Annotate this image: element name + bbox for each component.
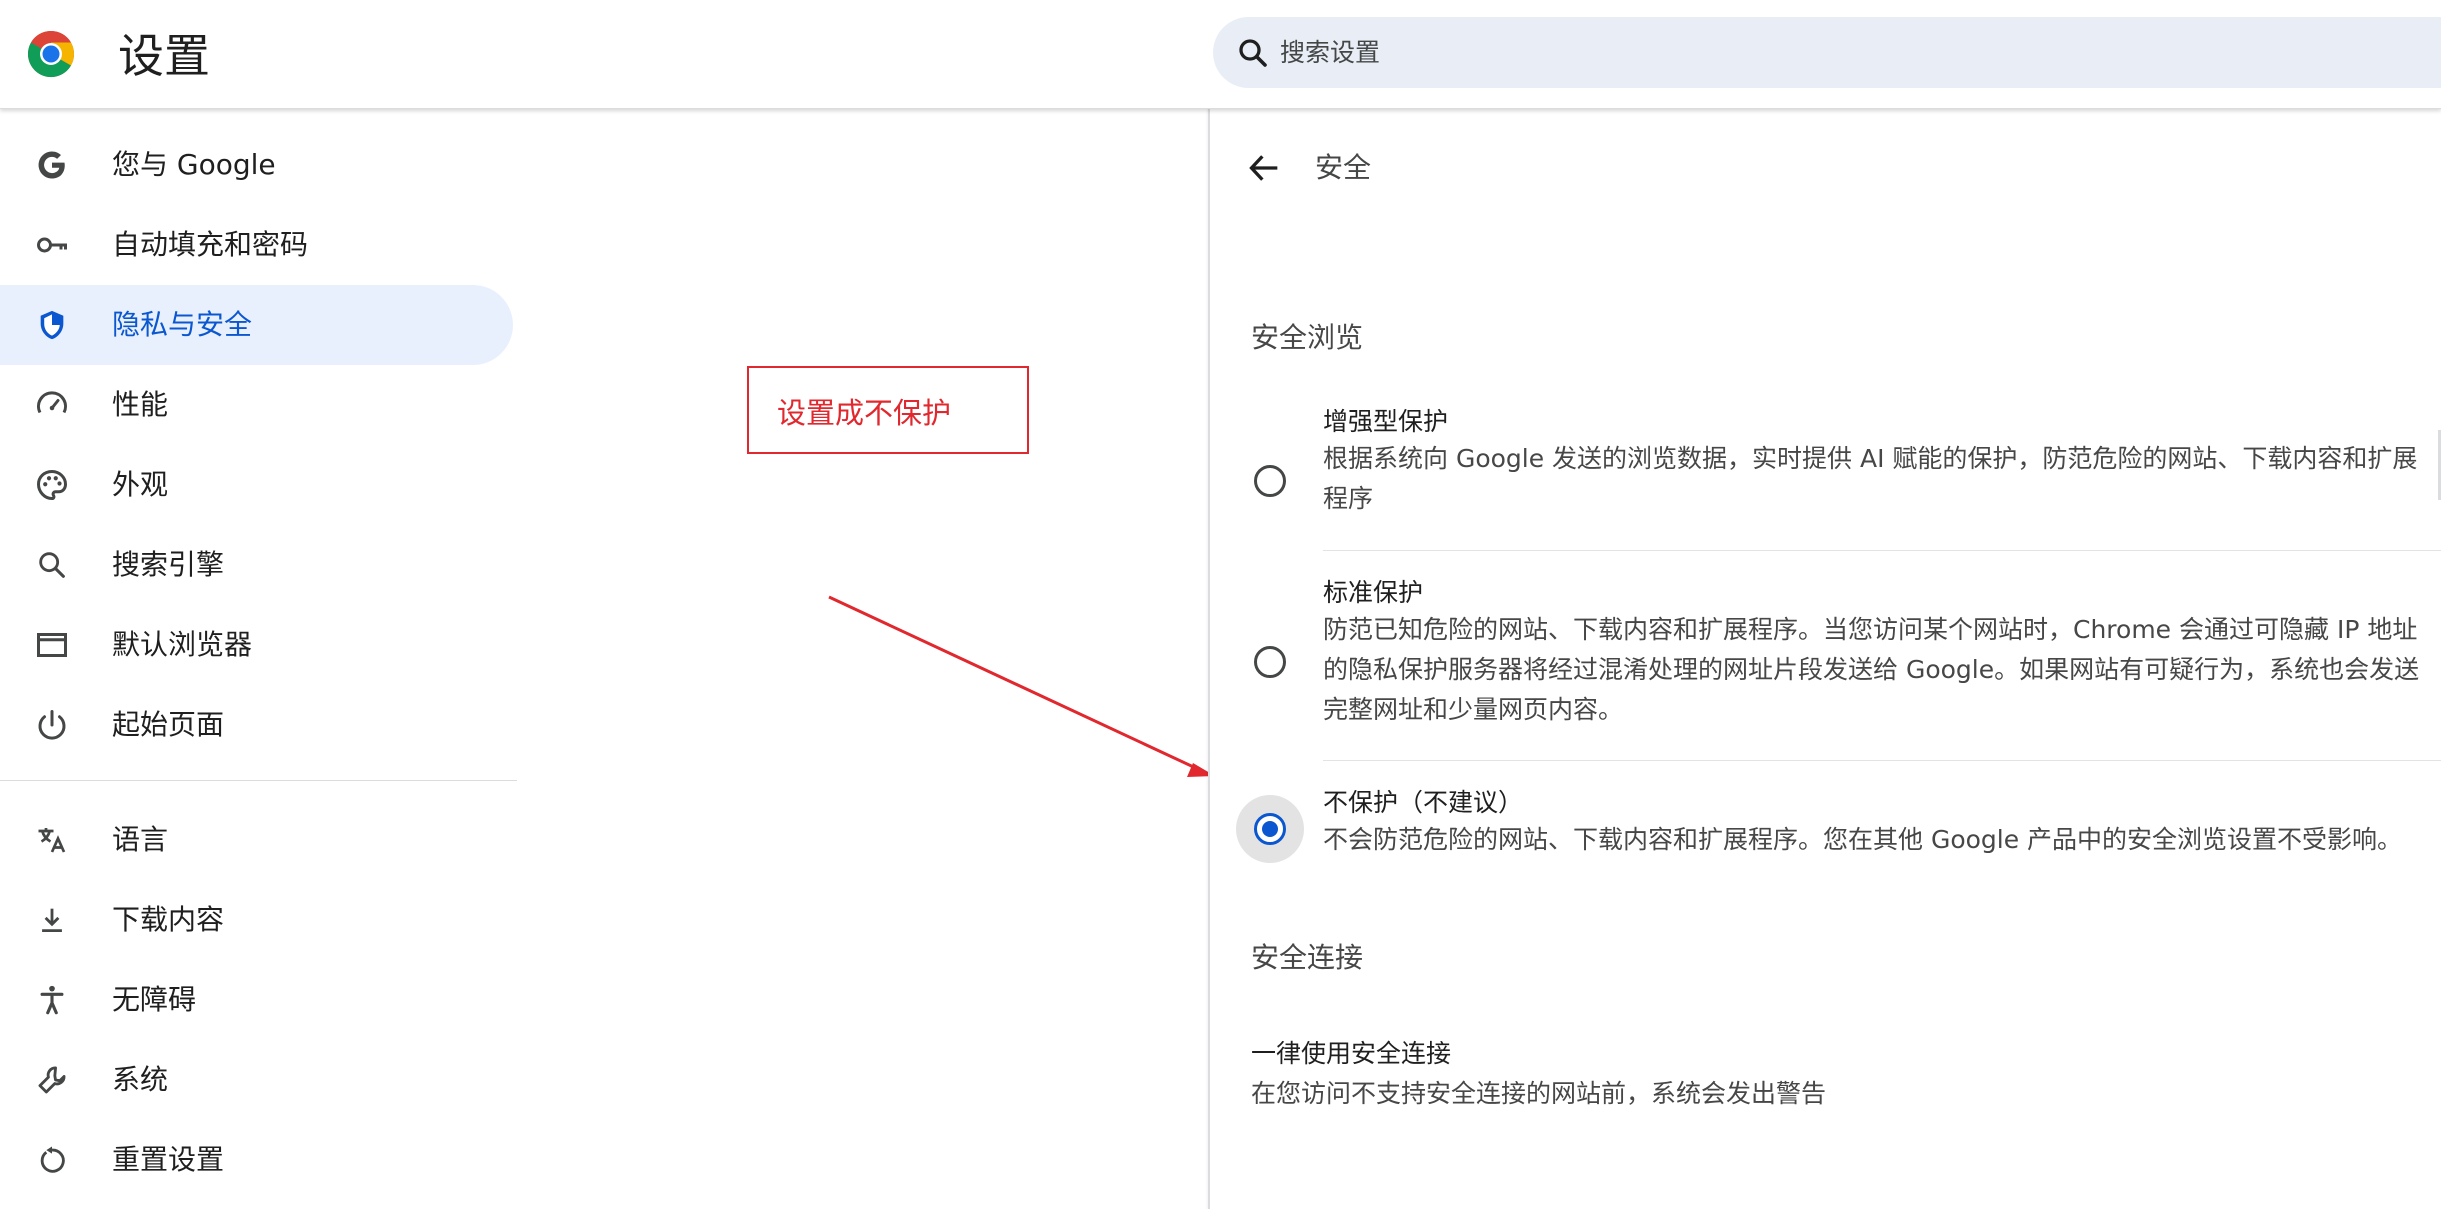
sidebar-item-search-engine[interactable]: 搜索引擎 [0,525,513,605]
radio-button-selected[interactable] [1254,813,1286,845]
sidebar-item-label: 隐私与安全 [112,308,253,341]
translate-icon [34,822,70,858]
sidebar-item-label: 下载内容 [112,903,225,936]
sidebar-item-accessibility[interactable]: 无障碍 [0,960,513,1040]
palette-icon [34,467,70,503]
accessibility-icon [34,982,70,1018]
radio-option-enhanced[interactable]: 增强型保护 根据系统向 Google 发送的浏览数据，实时提供 AI 赋能的保护… [1210,405,2441,559]
sidebar-item-label: 自动填充和密码 [112,228,309,261]
sidebar-item-label: 语言 [112,823,169,856]
page-title: 设置 [118,29,210,83]
row-divider [1323,760,2441,761]
safe-browsing-heading: 安全浏览 [1251,321,1364,354]
option-description: 防范已知危险的网站、下载内容和扩展程序。当您访问某个网站时，Chrome 会通过… [1323,615,2420,724]
sidebar-item-label: 您与 Google [112,148,276,181]
speedometer-icon [34,387,70,423]
radio-option-no-protection[interactable]: 不保护（不建议） 不会防范危险的网站、下载内容和扩展程序。您在其他 Google… [1210,786,2441,896]
sidebar-item-reset-settings[interactable]: 重置设置 [0,1120,513,1200]
option-title: 增强型保护 [1323,407,1449,436]
top-header: 设置 搜索设置 [0,0,2441,109]
power-icon [34,707,70,743]
search-icon [34,547,70,583]
key-icon [34,227,70,263]
option-title: 标准保护 [1323,578,1424,607]
sidebar-item-privacy-security[interactable]: 隐私与安全 [0,285,513,365]
shield-icon [34,307,70,343]
sidebar-item-performance[interactable]: 性能 [0,365,513,445]
sidebar-item-label: 搜索引擎 [112,548,225,581]
secure-connections-heading: 安全连接 [1251,941,1364,974]
radio-option-standard[interactable]: 标准保护 防范已知危险的网站、下载内容和扩展程序。当您访问某个网站时，Chrom… [1210,576,2441,776]
sidebar-item-label: 起始页面 [112,708,225,741]
sidebar-item-you-and-google[interactable]: 您与 Google [0,125,513,205]
sidebar-divider [0,780,517,781]
sidebar-item-downloads[interactable]: 下载内容 [0,880,513,960]
sidebar-item-autofill[interactable]: 自动填充和密码 [0,205,513,285]
row-divider [1323,550,2441,551]
search-settings-box[interactable]: 搜索设置 [1213,17,2441,88]
sidebar-item-appearance[interactable]: 外观 [0,445,513,525]
panel-title: 安全 [1315,151,1372,184]
sidebar-item-label: 外观 [112,468,169,501]
always-secure-connections-description: 在您访问不支持安全连接的网站前，系统会发出警告 [1251,1079,1827,1108]
annotation-callout-box: 设置成不保护 [747,366,1029,454]
wrench-icon [34,1062,70,1098]
sidebar-item-on-startup[interactable]: 起始页面 [0,685,513,765]
browser-window-icon [34,627,70,663]
back-arrow-icon[interactable] [1244,148,1284,188]
google-g-icon [34,147,70,183]
always-secure-connections-title[interactable]: 一律使用安全连接 [1251,1037,1451,1071]
option-description: 根据系统向 Google 发送的浏览数据，实时提供 AI 赋能的保护，防范危险的… [1323,444,2418,513]
annotation-text: 设置成不保护 [777,396,952,430]
sidebar-item-label: 重置设置 [112,1143,225,1176]
sidebar-item-default-browser[interactable]: 默认浏览器 [0,605,513,685]
sidebar-item-label: 系统 [112,1063,169,1096]
search-input[interactable]: 搜索设置 [1280,36,1380,70]
sidebar-item-label: 无障碍 [112,983,197,1016]
sidebar-nav: 您与 Google 自动填充和密码 隐私与安全 性能 外观 搜索引擎 默认浏览器… [0,109,517,1209]
reset-icon [34,1142,70,1178]
search-icon [1239,39,1267,67]
radio-button[interactable] [1254,465,1286,497]
sidebar-item-label: 性能 [112,388,169,421]
option-title: 不保护（不建议） [1323,788,1524,817]
sidebar-item-system[interactable]: 系统 [0,1040,513,1120]
option-description: 不会防范危险的网站、下载内容和扩展程序。您在其他 Google 产品中的安全浏览… [1323,825,2403,854]
chrome-logo-icon [27,30,75,78]
sidebar-item-languages[interactable]: 语言 [0,800,513,880]
radio-button[interactable] [1254,646,1286,678]
sidebar-item-label: 默认浏览器 [112,628,253,661]
download-icon [34,902,70,938]
security-settings-panel: 安全 安全浏览 增强型保护 根据系统向 Google 发送的浏览数据，实时提供 … [1208,109,2441,1209]
